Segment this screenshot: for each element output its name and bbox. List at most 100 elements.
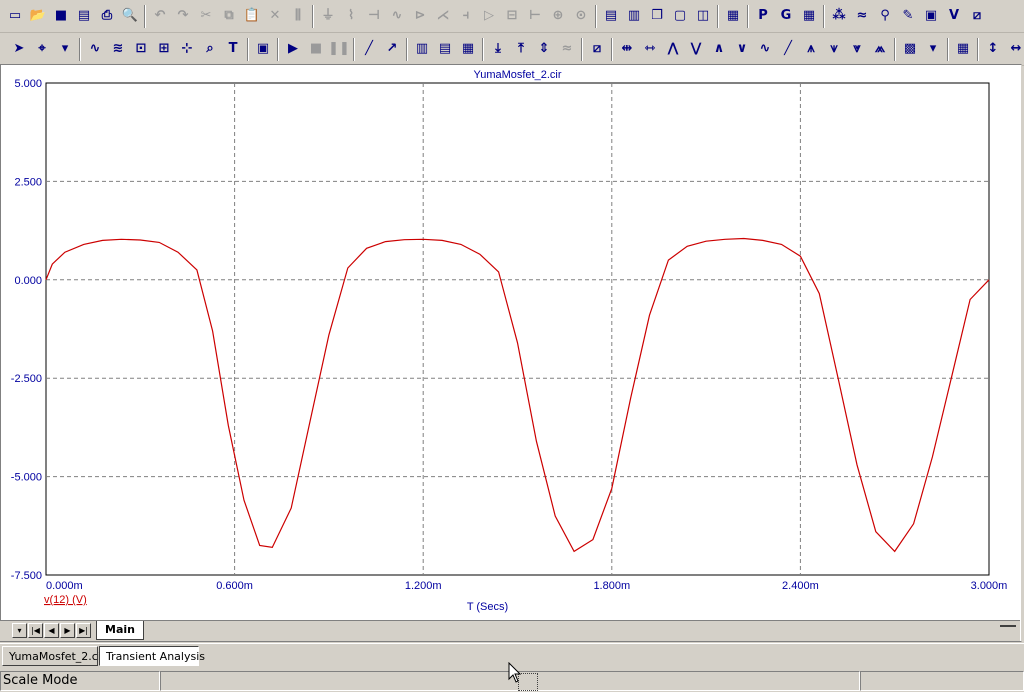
transient-plot[interactable]: YumaMosfet_2.cir 5.000 2.500 0.000 -2.500 -5.…	[1, 65, 1021, 621]
p-text-button[interactable]: P	[752, 5, 774, 27]
main-toolbar: ▭ 📂 ■ ▤ ⎙ 🔍 ↶ ↷ ✂ ⧉ 📋 ✕ ⫼ ⏚ ⌇ ⊣ ∿ ⊳ ⋌ ⫞ ▷ ⊟ ⊢ ⊕ ⊙ ▤ ▥ ❐ ▢ ◫ ▦ P G ▦ ⁂ ≈ ⚲ ✎ ▣ V…	[0, 2, 1024, 33]
cut-button[interactable]: ✂	[195, 5, 217, 27]
stop-button[interactable]: ■	[305, 38, 327, 60]
tag-horizontal-button[interactable]: ↕	[982, 38, 1004, 60]
switch-button[interactable]: ⊟	[501, 5, 523, 27]
g-text-button[interactable]: G	[775, 5, 797, 27]
arrow-line-button[interactable]: ↗	[381, 38, 403, 60]
copy-button[interactable]: ⧉	[218, 5, 240, 27]
probe-button[interactable]: ⚲	[874, 5, 896, 27]
sheet-tab-main[interactable]: Main	[96, 621, 144, 640]
tile-vertical-button[interactable]: ▥	[623, 5, 645, 27]
sheet-last-button[interactable]: ▶|	[76, 623, 91, 638]
mosfet-button[interactable]: ⫞	[455, 5, 477, 27]
grid-coarse-button[interactable]: ▦	[457, 38, 479, 60]
scope-button[interactable]: ≋	[107, 38, 129, 60]
waveform-gray-button[interactable]: ≈	[556, 38, 578, 60]
transistor-button[interactable]: ⋌	[432, 5, 454, 27]
tag-dropdown-button[interactable]: ▾	[922, 38, 944, 60]
print-preview-button[interactable]: 🔍	[119, 5, 141, 27]
open-file-button[interactable]: 📂	[27, 5, 49, 27]
plot-title: YumaMosfet_2.cir	[473, 69, 561, 81]
save-all-button[interactable]: ▤	[73, 5, 95, 27]
sheet-next-button[interactable]: ▶	[60, 623, 75, 638]
opamp-button[interactable]: ▷	[478, 5, 500, 27]
grid-fine-button[interactable]: ▥	[411, 38, 433, 60]
scale-button[interactable]: ⊡	[130, 38, 152, 60]
attribute-button[interactable]: ⫼	[287, 5, 309, 27]
delete-button[interactable]: ✕	[264, 5, 286, 27]
window-button[interactable]: ▢	[669, 5, 691, 27]
toolbar-separator	[406, 38, 408, 61]
capacitor-button[interactable]: ⊣	[363, 5, 385, 27]
split-window-button[interactable]: ◫	[692, 5, 714, 27]
pause-button[interactable]: ❚❚	[328, 38, 350, 60]
high-button[interactable]: ∧	[708, 38, 730, 60]
cascade-button[interactable]: ❐	[646, 5, 668, 27]
global-low-button[interactable]: ⩛	[823, 38, 845, 60]
find-button[interactable]: ⌕	[199, 38, 221, 60]
cursor-prev-button[interactable]: ⇿	[639, 38, 661, 60]
select-mode-button[interactable]: ⌖	[31, 38, 53, 60]
top-button[interactable]: ⩔	[846, 38, 868, 60]
cursor-right-button[interactable]: ⤒	[510, 38, 532, 60]
cursor-both-button[interactable]: ⇕	[533, 38, 555, 60]
calculator-button[interactable]: ▦	[722, 5, 744, 27]
line-button[interactable]: ╱	[358, 38, 380, 60]
tile-horizontal-button[interactable]: ▤	[600, 5, 622, 27]
battery-button[interactable]: ⊢	[524, 5, 546, 27]
cursor-next-button[interactable]: ⇹	[616, 38, 638, 60]
select-arrow-button[interactable]: ➤	[8, 38, 30, 60]
pulse-source-button[interactable]: ⊙	[570, 5, 592, 27]
cursor-left-button[interactable]: ⤓	[487, 38, 509, 60]
undo-button[interactable]: ↶	[149, 5, 171, 27]
graph-button[interactable]: ⧄	[586, 38, 608, 60]
tab-transient-analysis[interactable]: Transient Analysis	[99, 646, 205, 666]
valley-button[interactable]: ⋁	[685, 38, 707, 60]
inductor-button[interactable]: ∿	[386, 5, 408, 27]
grid-button[interactable]: ▦	[798, 5, 820, 27]
undo-icon: ↶	[154, 8, 166, 23]
properties-button[interactable]: ▣	[252, 38, 274, 60]
resistor-button[interactable]: ⌇	[340, 5, 362, 27]
first-page-icon: |◀	[31, 626, 40, 635]
frame-button[interactable]: ▣	[920, 5, 942, 27]
print-button[interactable]: ⎙	[96, 5, 118, 27]
grid-medium-button[interactable]: ▤	[434, 38, 456, 60]
cursor-mode-button[interactable]: ⊹	[176, 38, 198, 60]
diode-button[interactable]: ⊳	[409, 5, 431, 27]
inflection-button[interactable]: ∿	[754, 38, 776, 60]
slope-button[interactable]: ╱	[777, 38, 799, 60]
paste-button[interactable]: 📋	[241, 5, 263, 27]
xy-scale-button[interactable]: ⊞	[153, 38, 175, 60]
global-high-button[interactable]: ⩚	[800, 38, 822, 60]
sheet-first-button[interactable]: |◀	[28, 623, 43, 638]
tag-vertical-button[interactable]: ↔	[1005, 38, 1024, 60]
ground-button[interactable]: ⏚	[317, 5, 339, 27]
table-button[interactable]: ▦	[952, 38, 974, 60]
resize-grip[interactable]	[1000, 625, 1016, 627]
waveform-button[interactable]: ≈	[851, 5, 873, 27]
sheet-nav-menu-button[interactable]: ▾	[12, 623, 27, 638]
new-file-button[interactable]: ▭	[4, 5, 26, 27]
source-button[interactable]: ⊕	[547, 5, 569, 27]
redo-button[interactable]: ↷	[172, 5, 194, 27]
sheet-prev-button[interactable]: ◀	[44, 623, 59, 638]
plot-window[interactable]: YumaMosfet_2.cir 5.000 2.500 0.000 -2.500 -5.…	[0, 64, 1022, 642]
tag-button[interactable]: ▩	[899, 38, 921, 60]
node-numbers-button[interactable]: ⁂	[828, 5, 850, 27]
dropdown-arrow-button[interactable]: ▾	[54, 38, 76, 60]
save-button[interactable]: ■	[50, 5, 72, 27]
low-button[interactable]: ∨	[731, 38, 753, 60]
sheet-bar: ▾ |◀ ◀ ▶ ▶| Main	[0, 620, 1020, 641]
peak-button[interactable]: ⋀	[662, 38, 684, 60]
run-button[interactable]: ▶	[282, 38, 304, 60]
analysis-button[interactable]: ⧄	[966, 5, 988, 27]
scope-auto-button[interactable]: ∿	[84, 38, 106, 60]
voltage-button[interactable]: V	[943, 5, 965, 27]
bottom-button[interactable]: ⩕	[869, 38, 891, 60]
pen-button[interactable]: ✎	[897, 5, 919, 27]
tab-circuit-file[interactable]: YumaMosfet_2.cir	[2, 646, 105, 666]
text-tool-button[interactable]: T	[222, 38, 244, 60]
select-arrow-icon: ➤	[13, 41, 25, 56]
